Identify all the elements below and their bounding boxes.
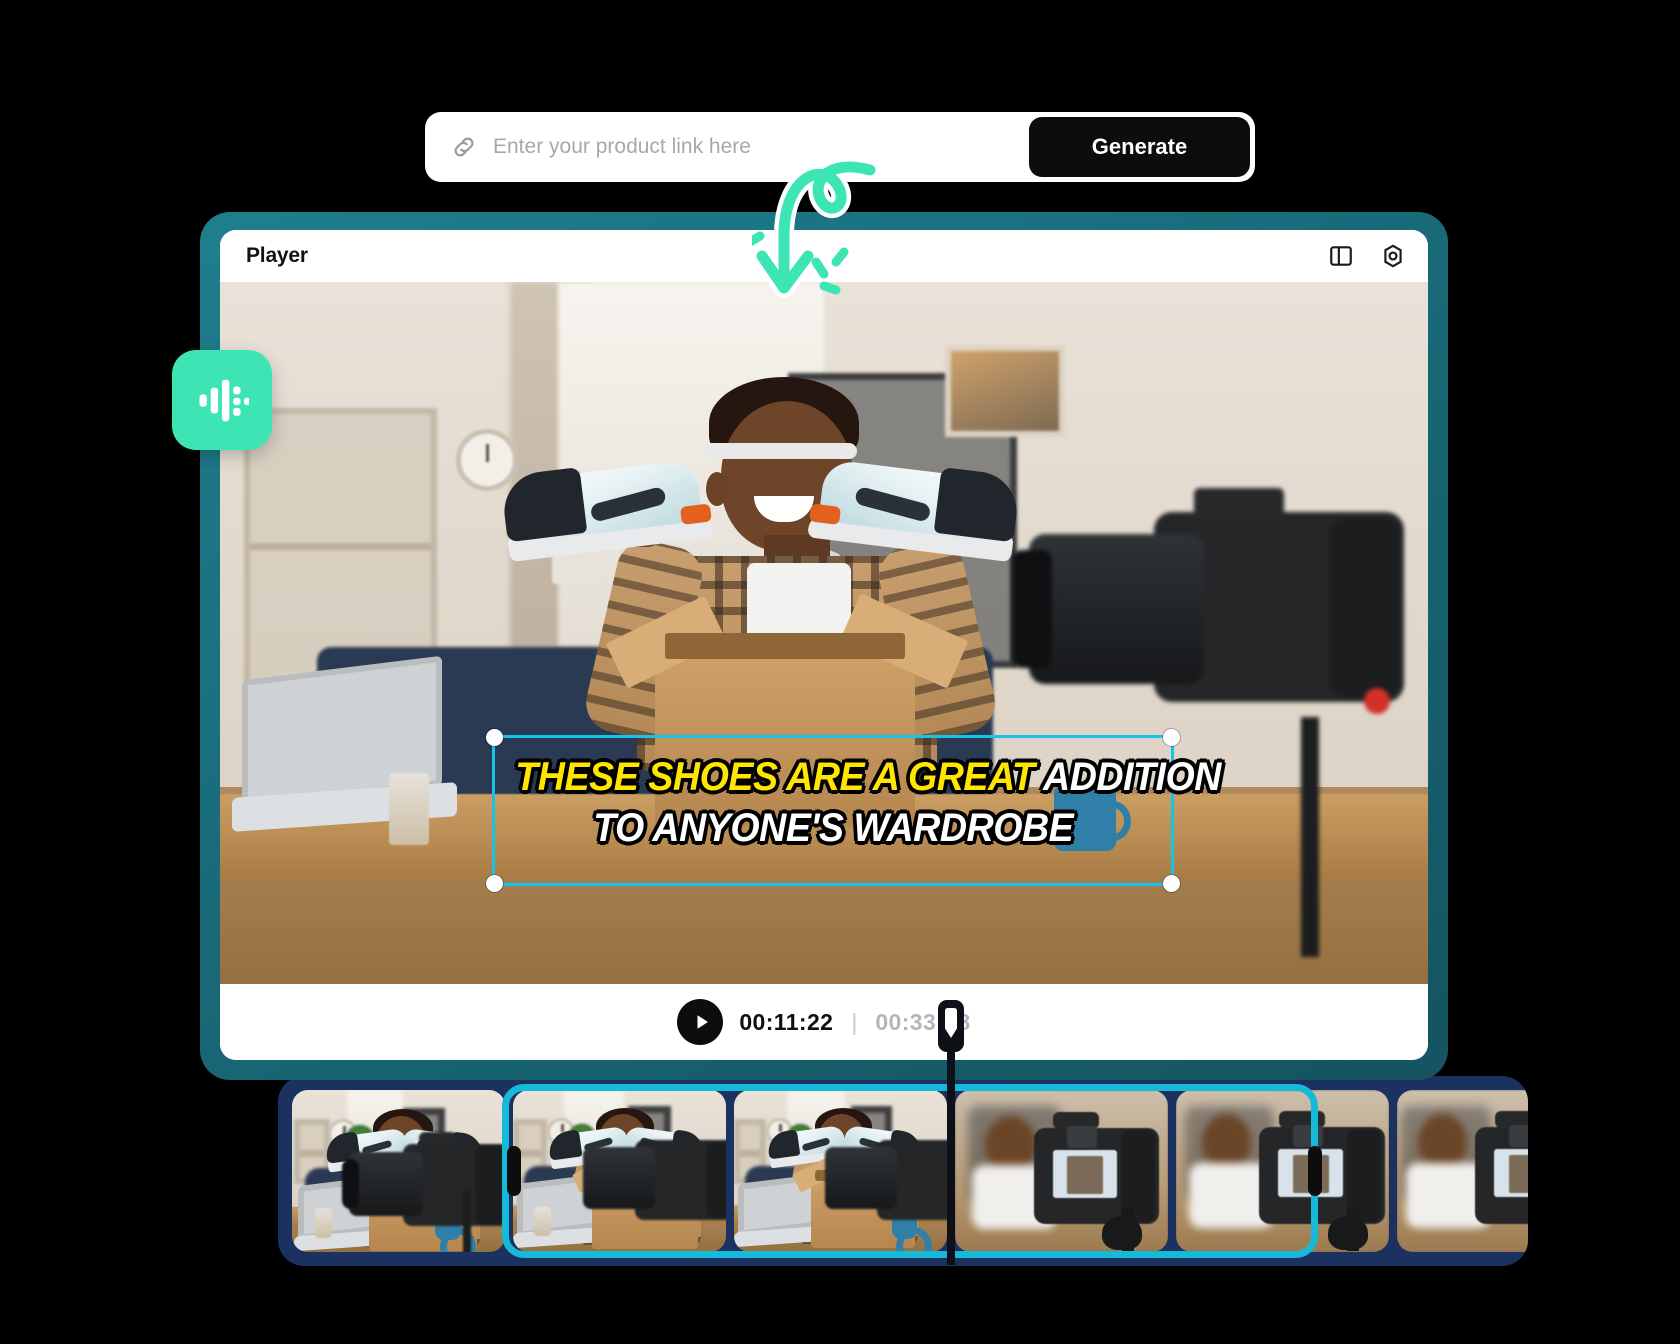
caption-selection-box[interactable]: THESE SHOES ARE A GREAT ADDITION TO ANYO… — [485, 728, 1221, 892]
caption-text: THESE SHOES ARE A GREAT ADDITION TO ANYO… — [515, 752, 1221, 854]
clip-thumbnail — [513, 1090, 726, 1252]
clip-thumbnail — [734, 1090, 947, 1252]
caption-highlight: THESE SHOES ARE A GREAT — [515, 755, 1043, 800]
time-separator: | — [851, 1008, 858, 1035]
caption-line-2: TO ANYONE'S WARDROBE — [593, 806, 1074, 851]
play-button[interactable] — [677, 999, 724, 1045]
video-canvas[interactable]: THESE SHOES ARE A GREAT ADDITION TO ANYO… — [220, 282, 1428, 984]
timeline-clip[interactable] — [513, 1090, 726, 1252]
caption-plain: ADDITION — [1042, 755, 1221, 800]
link-icon — [454, 137, 474, 157]
timeline-clip[interactable] — [734, 1090, 947, 1252]
timeline-clip[interactable] — [1176, 1090, 1389, 1252]
player-header: Player — [220, 230, 1428, 282]
audio-waveform-icon — [199, 379, 249, 422]
timeline-clip-strip[interactable] — [292, 1090, 1528, 1252]
timeline-clip[interactable] — [292, 1090, 505, 1252]
clip-thumbnail — [292, 1090, 505, 1252]
player-window: Player THESE SHOES ARE A GREAT ADDITION … — [200, 212, 1448, 1080]
page-title: Player — [246, 244, 308, 267]
current-time: 00:11:22 — [739, 1008, 834, 1035]
resize-handle-top-right[interactable] — [1163, 728, 1181, 746]
timeline-panel — [278, 1076, 1528, 1266]
product-link-bar: Generate — [425, 112, 1255, 182]
clip-thumbnail — [955, 1090, 1168, 1252]
timeline-clip[interactable] — [1397, 1090, 1528, 1252]
gear-icon[interactable] — [1380, 243, 1406, 269]
resize-handle-bottom-right[interactable] — [1163, 874, 1181, 892]
trim-handle-left[interactable] — [507, 1146, 521, 1196]
caption-line-1: THESE SHOES ARE A GREAT ADDITION — [515, 752, 1221, 803]
playback-controls: 00:11:22 | 00:33:28 — [220, 984, 1428, 1060]
player-window-body: Player THESE SHOES ARE A GREAT ADDITION … — [220, 230, 1428, 1060]
screenshot-root: Player THESE SHOES ARE A GREAT ADDITION … — [0, 0, 1680, 1344]
player-header-actions — [1328, 243, 1406, 269]
audio-waveform-badge[interactable] — [172, 350, 272, 450]
total-time: 00:33:28 — [875, 1008, 971, 1035]
resize-handle-top-left[interactable] — [485, 728, 503, 746]
generate-button[interactable]: Generate — [1029, 117, 1250, 177]
timeline-clip[interactable] — [955, 1090, 1168, 1252]
split-layout-icon[interactable] — [1328, 243, 1354, 269]
trim-handle-right[interactable] — [1308, 1146, 1322, 1196]
search-input[interactable] — [493, 135, 1029, 159]
clip-thumbnail — [1397, 1090, 1528, 1252]
resize-handle-bottom-left[interactable] — [485, 874, 503, 892]
clip-thumbnail — [1176, 1090, 1389, 1252]
